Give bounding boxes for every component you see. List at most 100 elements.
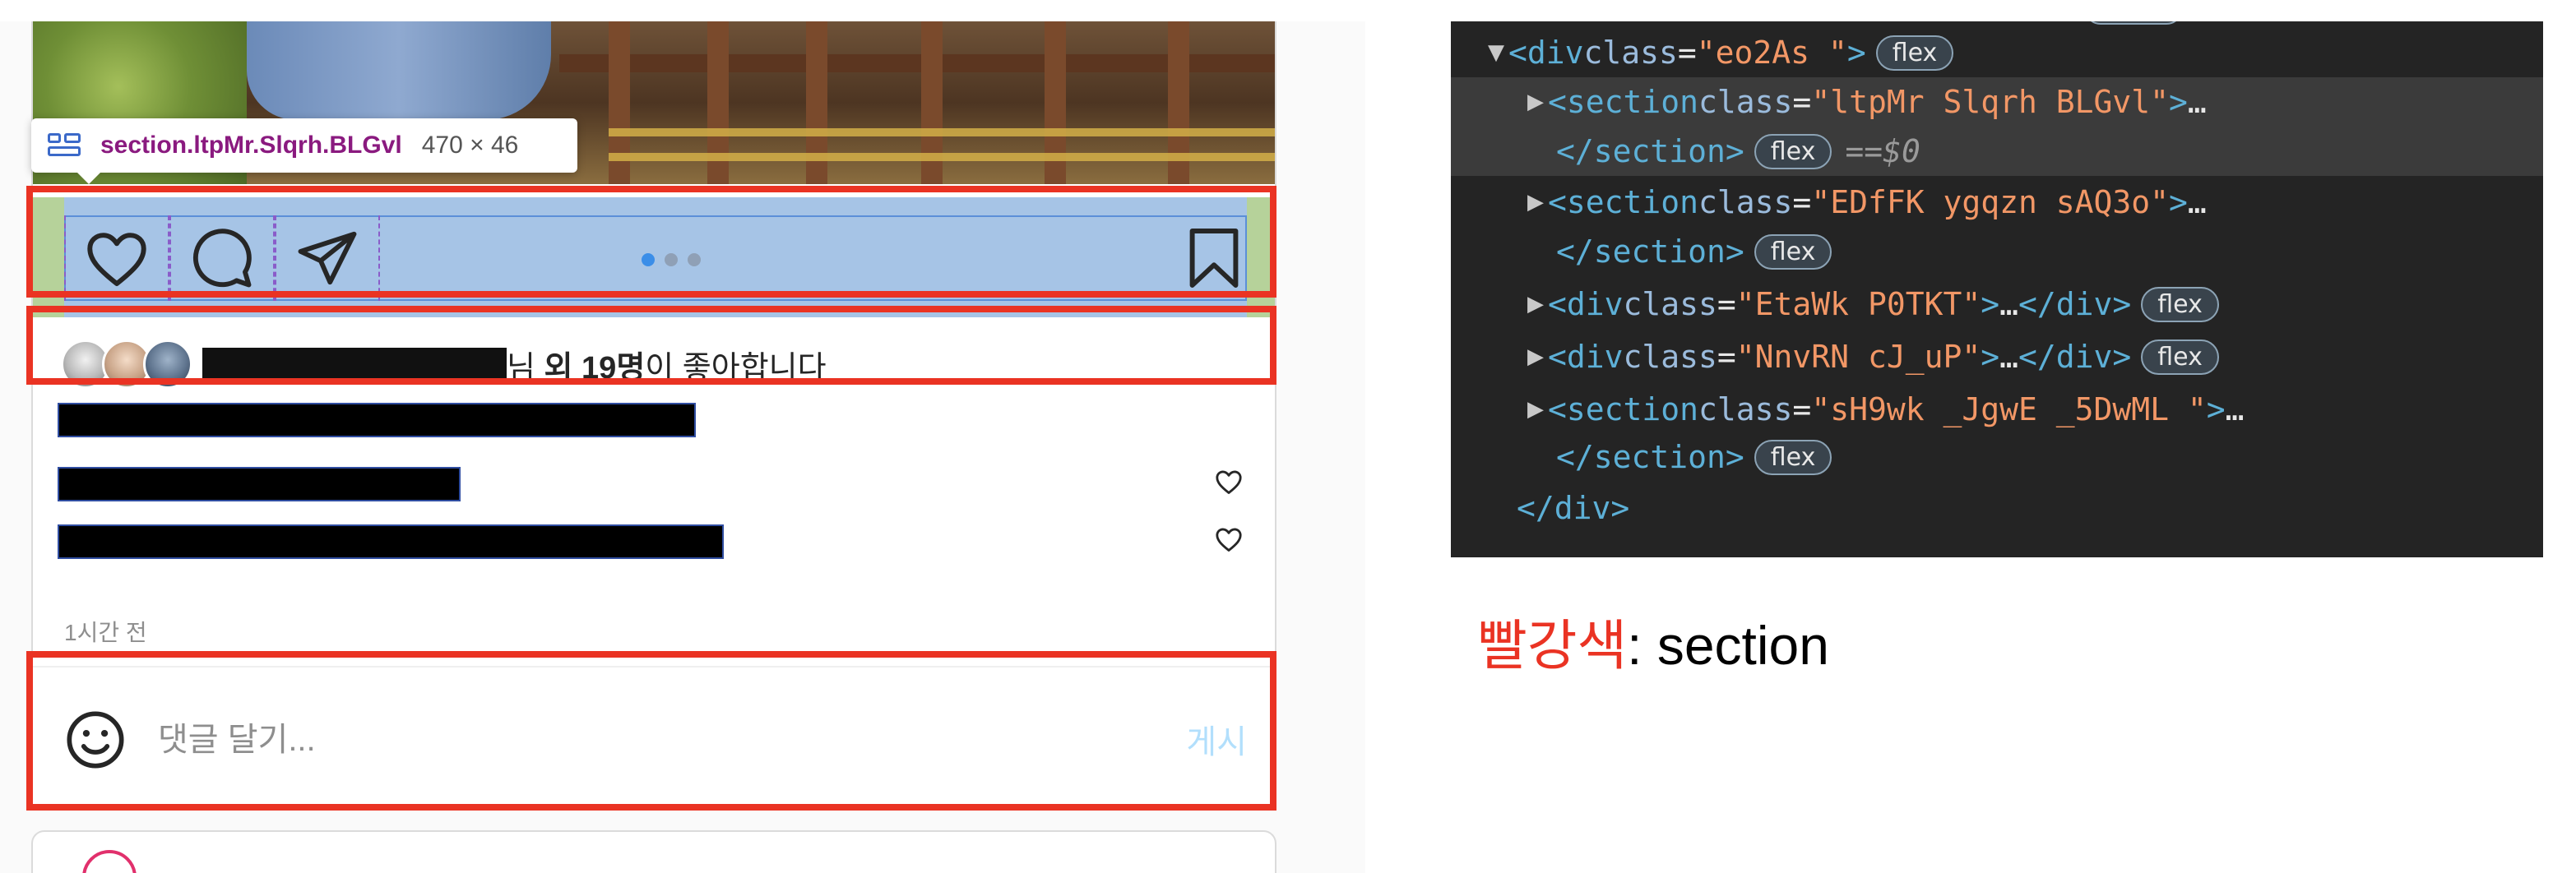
selected-node-var: $0 [1883,133,1920,169]
heart-icon [87,233,146,287]
collapse-triangle-icon[interactable]: ▼ [1484,40,1508,65]
emoji-button[interactable] [63,707,128,773]
likes-count[interactable]: 외 19명 [544,351,646,386]
dom-node-line[interactable]: </section> flex [1451,432,2543,482]
photo-step [609,153,1275,161]
flex-badge[interactable]: flex [2141,286,2219,322]
dom-attr-value[interactable]: "ltpMr Slqrh BLGvl" [1811,84,2169,120]
save-button[interactable] [1181,215,1247,301]
devtools-partial-badge [2084,21,2183,25]
comment-icon [192,229,252,288]
dom-tag-end: </div> [2018,286,2132,322]
next-post-card[interactable] [31,830,1276,873]
tooltip-dimensions: 470 × 46 [421,132,519,159]
post-comment-button[interactable]: 게시 [1186,715,1247,763]
dom-node-line[interactable]: ▶ <div class = "EtaWk P0TKT" >… </div> flex [1451,279,2543,329]
collapsed-content-ellipsis[interactable]: … [2188,184,2207,220]
dom-attr-equals: = [1792,184,1812,220]
collapsed-content-ellipsis[interactable]: … [1999,286,2018,322]
dom-tag-close-bracket: > [2206,391,2226,427]
post-timestamp[interactable]: 1시간 전 [64,615,147,648]
flex-padding-left [33,197,64,317]
legend-section-text: : section [1627,615,1829,676]
dom-attr-equals: = [1717,286,1736,322]
comment-button[interactable] [169,215,275,301]
dom-attr-value[interactable]: "EDfFK ygqzn sAQ3o" [1811,184,2169,220]
dom-tag-open: <div [1508,35,1584,71]
dom-tag-close-bracket: > [1981,339,2000,375]
screenshot-stage: 님 외 19명이 좋아합니다 1시간 전 댓글 달기... 게시 section… [0,0,2576,873]
dom-tag-end: </section> [1556,133,1744,169]
dom-attr-value[interactable]: "NnvRN cJ_uP" [1736,339,1981,375]
dom-attr-name[interactable]: class [1698,84,1792,120]
dom-attr-value[interactable]: "EtaWk P0TKT" [1736,286,1981,322]
selected-equals: == [1845,133,1883,169]
carousel-dot [665,253,678,266]
dom-node-line[interactable]: ▶ <div class = "NnvRN cJ_uP" >… </div> flex [1451,332,2543,381]
dom-node-line[interactable]: ▼ <div class = "eo2As " > flex [1451,28,2543,77]
dom-node-line[interactable]: ▶ <section class = "sH9wk _JgwE _5DwML " >… [1451,385,2543,434]
dom-attr-value[interactable]: "sH9wk _JgwE _5DwML " [1811,391,2206,427]
dom-tag-open: <section [1548,184,1699,220]
collapsed-content-ellipsis[interactable]: … [1999,339,2018,375]
dom-attr-name[interactable]: class [1624,286,1717,322]
collapsed-content-ellipsis[interactable]: … [2226,391,2245,427]
comment-like-button[interactable] [1212,465,1245,498]
dom-tag-end: </section> [1556,233,1744,270]
page-top-strip [0,0,1365,21]
flex-badge[interactable]: flex [1875,35,1954,71]
comment-like-button[interactable] [1212,523,1245,556]
tooltip-selector: section.ltpMr.Slqrh.BLGvl [100,132,402,159]
flex-badge[interactable]: flex [1754,133,1832,169]
flex-badge[interactable]: flex [2141,339,2219,375]
redacted-caption [58,403,696,437]
likes-text[interactable]: 님 외 19명이 좋아합니다 [507,342,827,387]
flex-layout-icon [48,133,81,158]
expand-triangle-icon[interactable]: ▶ [1523,292,1548,316]
dom-node-line[interactable]: </section> flex == $0 [1451,127,2543,176]
dom-tag-close-bracket: > [2169,84,2188,120]
dom-node-line[interactable]: </section> flex [1451,227,2543,276]
dom-attr-equals: = [1677,35,1697,71]
dom-attr-name[interactable]: class [1624,339,1717,375]
dom-attr-name[interactable]: class [1698,184,1792,220]
photo-jeans [247,21,551,120]
story-ring[interactable] [82,850,137,873]
avatar[interactable] [143,340,192,389]
flex-badge[interactable]: flex [1754,439,1832,475]
redacted-username [202,348,507,381]
bookmark-icon [1189,229,1239,288]
legend-caption: 빨강색: section [1477,602,1829,681]
flex-badge[interactable]: flex [1754,233,1832,270]
redacted-comment [58,524,724,559]
expand-triangle-icon[interactable]: ▶ [1523,190,1548,215]
dom-tag-end: </div> [2018,339,2132,375]
heart-icon [1216,470,1242,494]
share-button[interactable] [275,215,380,301]
post-action-section [33,197,1275,317]
liker-avatars[interactable] [61,340,201,389]
legend-red-word: 빨강색 [1477,615,1628,676]
collapsed-content-ellipsis[interactable]: … [2188,84,2207,120]
likes-suffix: 이 좋아합니다 [645,350,827,386]
dom-attr-value[interactable]: "eo2As " [1697,35,1847,71]
dom-attr-equals: = [1717,339,1736,375]
dom-node-line[interactable]: ▶ <section class = "ltpMr Slqrh BLGvl" >… [1451,77,2543,127]
dom-node-line[interactable]: </div> [1451,483,2543,533]
send-icon [298,231,357,285]
comment-input[interactable] [158,717,1063,763]
expand-triangle-icon[interactable]: ▶ [1523,344,1548,369]
dom-tag-close-bracket: > [1981,286,2000,322]
dom-tag-close-bracket: > [1846,35,1866,71]
likes-section[interactable]: 님 외 19명이 좋아합니다 [33,327,1275,401]
likes-prefix: 님 [507,350,544,386]
flex-padding-right [1247,197,1275,317]
dom-tag-open: <div [1548,339,1624,375]
like-button[interactable] [64,215,169,301]
dom-attr-name[interactable]: class [1698,391,1792,427]
dom-attr-name[interactable]: class [1584,35,1678,71]
emoji-icon [67,711,124,769]
expand-triangle-icon[interactable]: ▶ [1523,90,1548,114]
dom-node-line[interactable]: ▶ <section class = "EDfFK ygqzn sAQ3o" >… [1451,178,2543,227]
expand-triangle-icon[interactable]: ▶ [1523,397,1548,422]
